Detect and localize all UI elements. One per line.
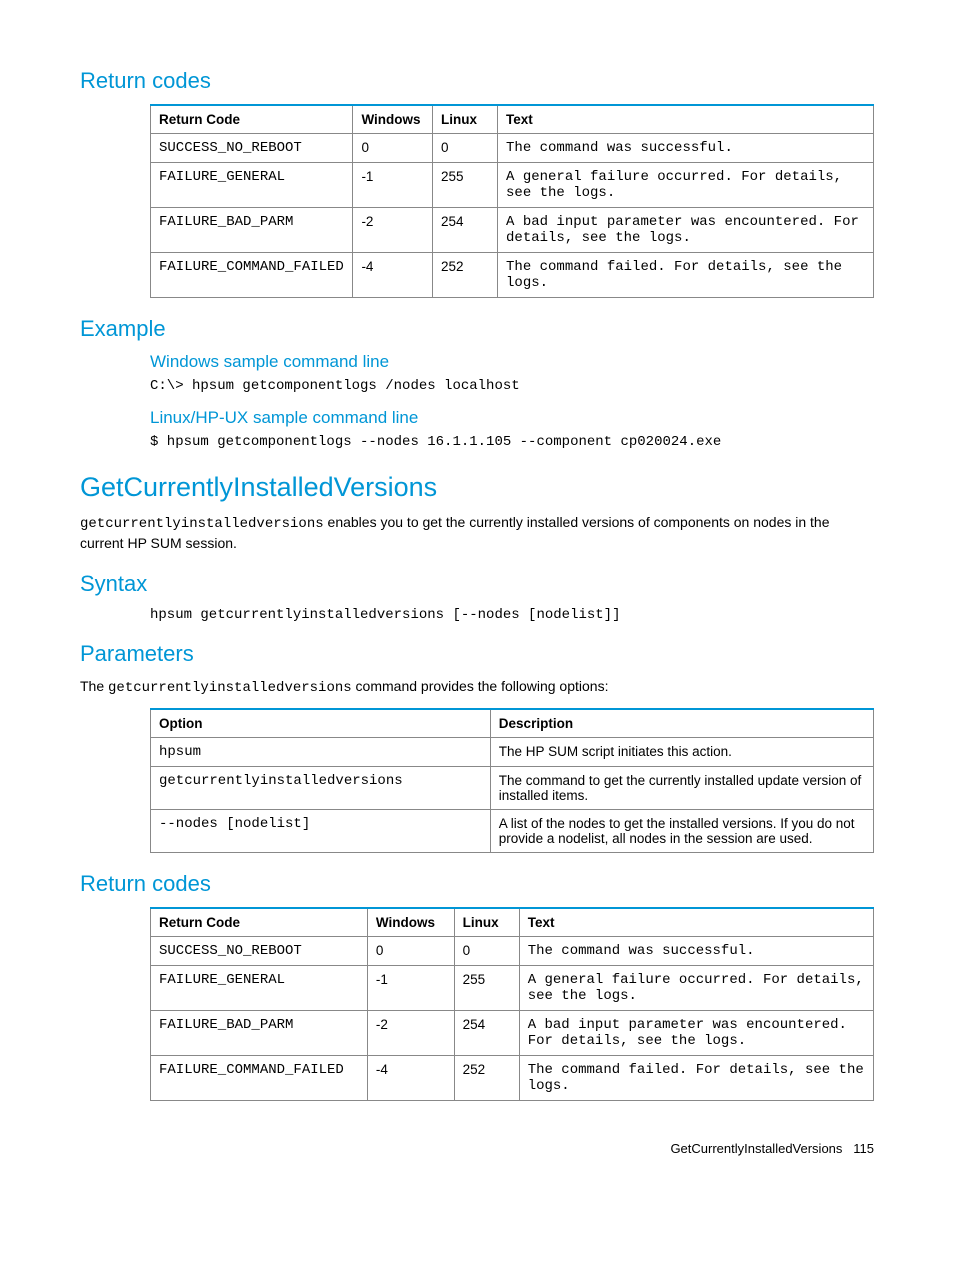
cell: 0 bbox=[454, 936, 519, 965]
th-option: Option bbox=[151, 709, 491, 738]
footer-page-number: 115 bbox=[853, 1141, 874, 1156]
th-windows: Windows bbox=[353, 105, 433, 134]
table-row: --nodes [nodelist] A list of the nodes t… bbox=[151, 809, 874, 852]
heading-getcurrentlyinstalledversions: GetCurrentlyInstalledVersions bbox=[80, 472, 874, 503]
table-row: FAILURE_COMMAND_FAILED -4 252 The comman… bbox=[151, 253, 874, 298]
cell: 255 bbox=[454, 965, 519, 1010]
table-row: SUCCESS_NO_REBOOT 0 0 The command was su… bbox=[151, 936, 874, 965]
th-description: Description bbox=[490, 709, 873, 738]
cell: -1 bbox=[353, 163, 433, 208]
th-windows: Windows bbox=[367, 908, 454, 937]
code-windows-sample: C:\> hpsum getcomponentlogs /nodes local… bbox=[150, 378, 874, 394]
code-inline: getcurrentlyinstalledversions bbox=[80, 516, 324, 532]
table-parameters: Option Description hpsum The HP SUM scri… bbox=[150, 708, 874, 853]
th-text: Text bbox=[498, 105, 874, 134]
heading-example: Example bbox=[80, 316, 874, 342]
heading-return-codes-2: Return codes bbox=[80, 871, 874, 897]
cell: The command failed. For details, see the… bbox=[498, 253, 874, 298]
text: command provides the following options: bbox=[352, 678, 609, 694]
code-inline: getcurrentlyinstalledversions bbox=[108, 680, 352, 696]
table-row: hpsum The HP SUM script initiates this a… bbox=[151, 737, 874, 766]
cell: 252 bbox=[454, 1055, 519, 1100]
cell: FAILURE_BAD_PARM bbox=[151, 1010, 368, 1055]
table-row: FAILURE_COMMAND_FAILED -4 252 The comman… bbox=[151, 1055, 874, 1100]
table-row: FAILURE_GENERAL -1 255 A general failure… bbox=[151, 965, 874, 1010]
cell: A general failure occurred. For details,… bbox=[498, 163, 874, 208]
cell: FAILURE_BAD_PARM bbox=[151, 208, 353, 253]
cell: FAILURE_GENERAL bbox=[151, 163, 353, 208]
cell: 254 bbox=[432, 208, 497, 253]
table-row: FAILURE_BAD_PARM -2 254 A bad input para… bbox=[151, 1010, 874, 1055]
code-syntax: hpsum getcurrentlyinstalledversions [--n… bbox=[150, 607, 874, 623]
table-row: SUCCESS_NO_REBOOT 0 0 The command was su… bbox=[151, 134, 874, 163]
cell: 0 bbox=[432, 134, 497, 163]
cell: --nodes [nodelist] bbox=[151, 809, 491, 852]
cell: The command was successful. bbox=[498, 134, 874, 163]
cell: SUCCESS_NO_REBOOT bbox=[151, 936, 368, 965]
heading-windows-sample: Windows sample command line bbox=[150, 352, 874, 372]
cell: The command was successful. bbox=[519, 936, 873, 965]
th-linux: Linux bbox=[432, 105, 497, 134]
page-footer: GetCurrentlyInstalledVersions 115 bbox=[80, 1141, 874, 1156]
cell: hpsum bbox=[151, 737, 491, 766]
cell: FAILURE_COMMAND_FAILED bbox=[151, 253, 353, 298]
heading-linux-sample: Linux/HP-UX sample command line bbox=[150, 408, 874, 428]
heading-syntax: Syntax bbox=[80, 571, 874, 597]
cell: FAILURE_COMMAND_FAILED bbox=[151, 1055, 368, 1100]
cell: -1 bbox=[367, 965, 454, 1010]
table-row: FAILURE_GENERAL -1 255 A general failure… bbox=[151, 163, 874, 208]
cell: 254 bbox=[454, 1010, 519, 1055]
code-linux-sample: $ hpsum getcomponentlogs --nodes 16.1.1.… bbox=[150, 434, 874, 450]
footer-title: GetCurrentlyInstalledVersions bbox=[670, 1141, 842, 1156]
paragraph-getcurrent-intro: getcurrentlyinstalledversions enables yo… bbox=[80, 513, 874, 553]
cell: FAILURE_GENERAL bbox=[151, 965, 368, 1010]
cell: A list of the nodes to get the installed… bbox=[490, 809, 873, 852]
cell: A bad input parameter was encountered. F… bbox=[519, 1010, 873, 1055]
cell: 0 bbox=[367, 936, 454, 965]
th-text: Text bbox=[519, 908, 873, 937]
cell: -2 bbox=[353, 208, 433, 253]
cell: The command to get the currently install… bbox=[490, 766, 873, 809]
heading-return-codes-1: Return codes bbox=[80, 68, 874, 94]
table-return-codes-2: Return Code Windows Linux Text SUCCESS_N… bbox=[150, 907, 874, 1101]
paragraph-parameters-intro: The getcurrentlyinstalledversions comman… bbox=[80, 677, 874, 698]
cell: 252 bbox=[432, 253, 497, 298]
table-return-codes-1: Return Code Windows Linux Text SUCCESS_N… bbox=[150, 104, 874, 298]
cell: -4 bbox=[353, 253, 433, 298]
cell: The command failed. For details, see the… bbox=[519, 1055, 873, 1100]
table-row: FAILURE_BAD_PARM -2 254 A bad input para… bbox=[151, 208, 874, 253]
cell: 0 bbox=[353, 134, 433, 163]
cell: The HP SUM script initiates this action. bbox=[490, 737, 873, 766]
cell: getcurrentlyinstalledversions bbox=[151, 766, 491, 809]
cell: -4 bbox=[367, 1055, 454, 1100]
cell: 255 bbox=[432, 163, 497, 208]
cell: -2 bbox=[367, 1010, 454, 1055]
th-linux: Linux bbox=[454, 908, 519, 937]
cell: A general failure occurred. For details,… bbox=[519, 965, 873, 1010]
text: The bbox=[80, 678, 108, 694]
th-return-code: Return Code bbox=[151, 105, 353, 134]
heading-parameters: Parameters bbox=[80, 641, 874, 667]
th-return-code: Return Code bbox=[151, 908, 368, 937]
table-row: getcurrentlyinstalledversions The comman… bbox=[151, 766, 874, 809]
cell: SUCCESS_NO_REBOOT bbox=[151, 134, 353, 163]
cell: A bad input parameter was encountered. F… bbox=[498, 208, 874, 253]
